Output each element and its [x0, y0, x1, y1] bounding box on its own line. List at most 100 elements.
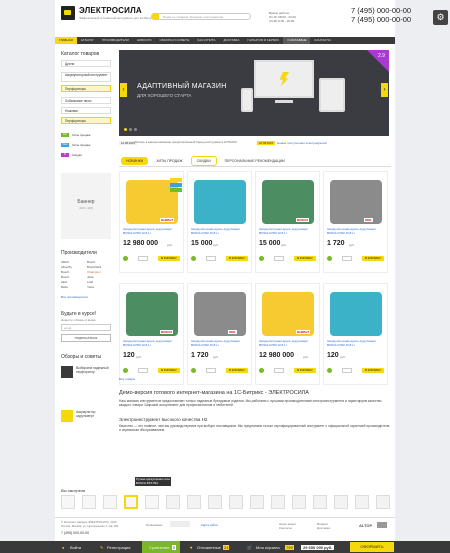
add-to-cart-button[interactable]: В КОРЗИНУ: [362, 368, 384, 373]
tab-personal[interactable]: ПЕРСОНАЛЬНЫЕ РЕКОМЕНДАЦИИ: [220, 157, 290, 165]
product-name[interactable]: Аккумуляторная дрель-шуруповерт BOSCH PS…: [191, 227, 251, 235]
add-to-cart-button[interactable]: В КОРЗИНУ: [362, 256, 384, 261]
tab-hits[interactable]: ХИТЫ ПРОДАЖ: [151, 157, 187, 165]
viewed-thumb[interactable]: [61, 495, 75, 509]
brand-link[interactable]: Bella: [61, 285, 68, 289]
nav-item[interactable]: ГЛАВНАЯ: [55, 37, 77, 44]
nav-item[interactable]: КОНТАКТЫ: [310, 37, 334, 44]
quantity-stepper[interactable]: [138, 256, 148, 261]
viewed-thumb[interactable]: [376, 495, 390, 509]
product-name[interactable]: Аккумуляторная дрель-шуруповерт BOSCH PS…: [259, 227, 319, 235]
brand-link[interactable]: Jetta: [87, 275, 94, 279]
viewed-thumb[interactable]: [145, 495, 159, 509]
gear-icon[interactable]: ⚙: [433, 10, 448, 25]
product-name[interactable]: Аккумуляторная дрель-шуруповерт BOSCH PS…: [191, 339, 251, 347]
logo-title[interactable]: ЭЛЕКТРОСИЛА: [79, 6, 142, 15]
quantity-stepper[interactable]: [138, 368, 148, 373]
product-card[interactable]: DeWALT Аккумуляторная дрель-шуруповерт BO…: [119, 171, 184, 273]
brand-link[interactable]: Champion: [87, 270, 101, 274]
altop-logo[interactable]: ALTOP: [359, 523, 372, 528]
review-image[interactable]: [61, 366, 73, 378]
viewed-thumb[interactable]: [166, 495, 180, 509]
review-image[interactable]: [61, 410, 73, 422]
cart-link[interactable]: Моя корзина: [256, 545, 280, 550]
viewed-thumb[interactable]: [124, 495, 138, 509]
all-brands-link[interactable]: Все производители: [61, 295, 88, 299]
quantity-stepper[interactable]: [342, 256, 352, 261]
brand-link[interactable]: Bosch: [61, 270, 69, 274]
nav-item[interactable]: КАТАЛОГ: [77, 37, 98, 44]
product-image[interactable]: [330, 180, 382, 224]
quantity-stepper[interactable]: [206, 256, 216, 261]
email-field[interactable]: email: [61, 324, 111, 331]
add-to-cart-button[interactable]: В КОРЗИНУ: [226, 368, 248, 373]
brand-link[interactable]: ABAC: [61, 260, 69, 264]
hero-next-button[interactable]: ›: [381, 83, 388, 97]
product-name[interactable]: Аккумуляторная дрель-шуруповерт BOSCH PS…: [123, 339, 183, 347]
sidebar-item[interactable]: Дрели: [61, 60, 111, 67]
product-name[interactable]: Аккумуляторная дрель-шуруповерт BOSCH PS…: [327, 339, 387, 347]
review-link[interactable]: Выбираем надежный перфоратор: [76, 366, 112, 375]
add-to-cart-button[interactable]: В КОРЗИНУ: [158, 256, 180, 261]
brand-link[interactable]: BoschWell: [87, 265, 101, 269]
brand-link[interactable]: Bosch: [61, 275, 69, 279]
add-to-cart-button[interactable]: В КОРЗИНУ: [294, 368, 316, 373]
viewed-thumb[interactable]: [250, 495, 264, 509]
viewed-thumb[interactable]: [82, 495, 96, 509]
nav-item[interactable]: ПРОИЗВОДИТЕЛИ: [98, 37, 133, 44]
nav-item[interactable]: КАК КУПИТЬ: [193, 37, 219, 44]
product-name[interactable]: Аккумуляторная дрель-шуруповерт BOSCH PS…: [327, 227, 387, 235]
all-products-link[interactable]: Все товары: [119, 377, 135, 381]
register-link[interactable]: Регистрация: [107, 545, 130, 550]
logo-icon[interactable]: [61, 6, 75, 20]
viewed-thumb[interactable]: [208, 495, 222, 509]
review-link[interactable]: Аккумулятор шуруповерт: [76, 410, 112, 419]
news-link[interactable]: Теперь в нашем магазине представленный б…: [135, 140, 245, 144]
viewed-thumb[interactable]: [313, 495, 327, 509]
sitemap-link[interactable]: Карта сайта: [201, 523, 218, 527]
sidebar-item[interactable]: Перфораторы: [61, 85, 111, 92]
search-input[interactable]: Поиск по товарам, брендам, инструментам: [151, 13, 251, 20]
phone-1[interactable]: 7 (495) 000-00-00: [351, 6, 411, 15]
sidebar-item[interactable]: Лобзиковые пилы: [61, 97, 111, 104]
viewed-thumb[interactable]: [334, 495, 348, 509]
nav-item[interactable]: ГАРАНТИЯ И СЕРВИС: [243, 37, 283, 44]
product-image[interactable]: [194, 292, 246, 336]
phone-2[interactable]: 7 (495) 000-00-00: [351, 15, 411, 24]
nav-item[interactable]: НОВОСТИ: [133, 37, 156, 44]
nav-item[interactable]: ДОСТАВКА: [219, 37, 243, 44]
news-link[interactable]: Новые поступления электродрелей: [277, 141, 327, 145]
tab-sale[interactable]: СКИДКИ: [190, 156, 217, 166]
viewed-thumb[interactable]: [103, 495, 117, 509]
add-to-cart-button[interactable]: В КОРЗИНУ: [294, 256, 316, 261]
footer-phone[interactable]: 7 (495) 000-00-00: [61, 531, 89, 535]
product-card[interactable]: BOSCH Аккумуляторная дрель-шуруповерт BOS…: [119, 283, 184, 385]
product-card[interactable]: DeWALT Аккумуляторная дрель-шуруповерт BO…: [255, 283, 320, 385]
nav-item[interactable]: О МАГАЗИНЕ: [283, 37, 311, 44]
add-to-cart-button[interactable]: В КОРЗИНУ: [226, 256, 248, 261]
hero-dots[interactable]: [124, 128, 137, 131]
brand-link[interactable]: AEG: [61, 280, 67, 284]
product-card[interactable]: Аккумуляторная дрель-шуруповерт BOSCH PS…: [187, 171, 252, 273]
viewed-thumb[interactable]: [187, 495, 201, 509]
quantity-stepper[interactable]: [342, 368, 352, 373]
viewed-thumb[interactable]: [292, 495, 306, 509]
search-icon[interactable]: [151, 13, 159, 20]
viewed-thumb[interactable]: [229, 495, 243, 509]
brand-link[interactable]: Bosch: [87, 260, 95, 264]
quantity-stepper[interactable]: [206, 368, 216, 373]
brand-link[interactable]: Lolki: [87, 280, 93, 284]
brand-link[interactable]: Yeiss: [87, 285, 94, 289]
product-name[interactable]: Аккумуляторная дрель-шуруповерт BOSCH PS…: [259, 339, 319, 347]
product-name[interactable]: Аккумуляторная дрель-шуруповерт BOSCH PS…: [123, 227, 183, 235]
login-link[interactable]: Войти: [70, 545, 81, 550]
quantity-stepper[interactable]: [274, 368, 284, 373]
product-card[interactable]: SKIL Аккумуляторная дрель-шуруповерт BOSC…: [187, 283, 252, 385]
subscribe-button[interactable]: ПОДПИСАТЬСЯ: [61, 334, 111, 342]
sidebar-item[interactable]: Ножовки: [61, 107, 111, 114]
tab-new[interactable]: НОВИНКИ: [121, 157, 149, 165]
sidebar-item[interactable]: Перфораторы: [61, 117, 111, 124]
sidebar-item[interactable]: Аккумуляторный инструмент: [61, 72, 111, 82]
social-icon[interactable]: [377, 522, 387, 528]
footer-col1[interactable]: Наши акции Контакты: [279, 522, 296, 530]
